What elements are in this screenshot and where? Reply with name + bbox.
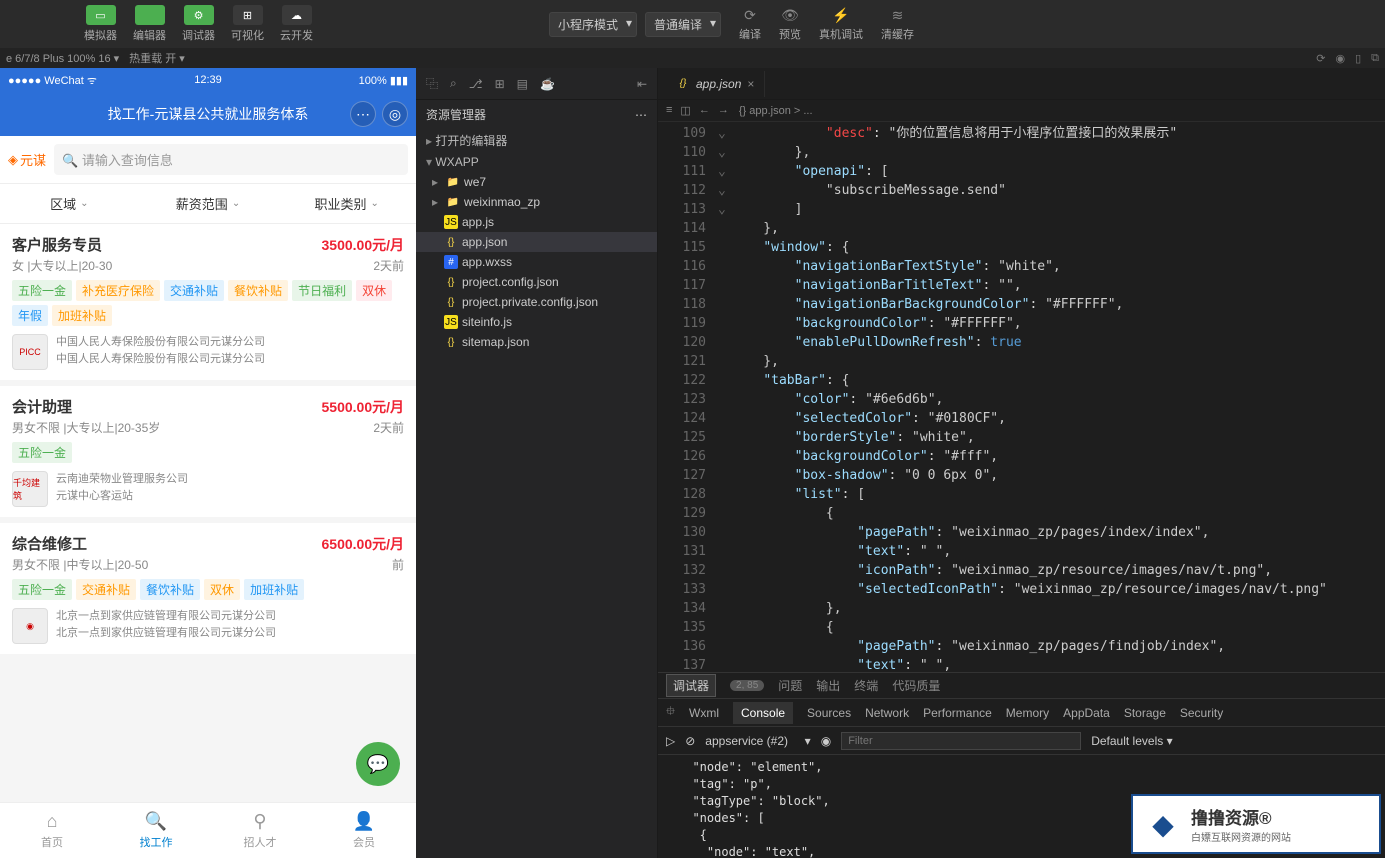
git-icon[interactable]: ⎇ xyxy=(469,77,483,91)
eye-icon[interactable]: ◉ xyxy=(821,734,831,748)
toolbar-编译[interactable]: ⟳编译 xyxy=(733,5,767,44)
open-editors-section[interactable]: 打开的编辑器 xyxy=(416,129,657,152)
devtools-Console[interactable]: Console xyxy=(733,702,793,724)
back-icon[interactable]: ← xyxy=(699,104,710,117)
devtools-Performance[interactable]: Performance xyxy=(923,706,992,720)
sim-status-bar: ●●●●● WeChat ᯤ 12:39 100% ▮▮▮ xyxy=(0,68,416,92)
bookmark-icon[interactable]: ◫ xyxy=(680,104,690,117)
sim-nav-bar: 找工作-元谋县公共就业服务体系 ⋯ ◎ xyxy=(0,92,416,136)
code-editor[interactable]: 109 110 111 112 113 114 115 116 117 118 … xyxy=(658,122,1385,672)
hot-reload-toggle[interactable]: 热重载 开 ▾ xyxy=(129,50,185,66)
search-row: ◈ 元谋 🔍 请输入查询信息 xyxy=(0,136,416,184)
filter-薪资范围[interactable]: 薪资范围 xyxy=(139,184,278,223)
cloud-icon[interactable]: ▤ xyxy=(517,77,528,91)
search-icon[interactable]: ⌕ xyxy=(450,76,457,91)
file-app.wxss[interactable]: #app.wxss xyxy=(416,252,657,272)
explorer-title: 资源管理器 xyxy=(426,106,486,123)
job-card[interactable]: 综合维修工6500.00元/月 男女不限 |中专以上|20-50前 五险一金交通… xyxy=(0,523,416,654)
tab-首页[interactable]: ⌂首页 xyxy=(0,803,104,858)
forward-icon[interactable]: → xyxy=(718,104,729,117)
file-app.js[interactable]: JSapp.js xyxy=(416,212,657,232)
file-project.private.config.json[interactable]: {}project.private.config.json xyxy=(416,292,657,312)
detach-icon[interactable]: ⧉ xyxy=(1371,52,1379,65)
simulator-panel: ●●●●● WeChat ᯤ 12:39 100% ▮▮▮ 找工作-元谋县公共就… xyxy=(0,68,416,858)
compile-dropdown[interactable]: 普通编译 xyxy=(645,12,721,37)
devtools-Security[interactable]: Security xyxy=(1180,706,1223,720)
tab-找工作[interactable]: 🔍找工作 xyxy=(104,803,208,858)
editor-panel: {} app.json × ≡ ◫ ← → {} app.json > ... … xyxy=(658,68,1385,858)
filter-bar: 区域薪资范围职业类别 xyxy=(0,184,416,224)
capsule-close-icon[interactable]: ◎ xyxy=(382,101,408,127)
file-app.json[interactable]: {}app.json xyxy=(416,232,657,252)
chat-fab[interactable]: 💬 xyxy=(356,742,400,786)
debugger-count: 2, 85 xyxy=(730,680,764,691)
job-list[interactable]: 客户服务专员3500.00元/月 女 |大专以上|20-302天前 五险一金补充… xyxy=(0,224,416,802)
mode-dropdown[interactable]: 小程序模式 xyxy=(549,12,637,37)
breadcrumb-path[interactable]: {} app.json > ... xyxy=(739,105,813,117)
project-section[interactable]: WXAPP xyxy=(416,152,657,172)
debugger-tab[interactable]: 调试器 xyxy=(666,674,716,697)
toolbar-云开发[interactable]: ☁云开发 xyxy=(274,3,319,45)
tab-bar: ⌂首页🔍找工作⚲招人才👤会员 xyxy=(0,802,416,858)
watermark-logo-icon: ◆ xyxy=(1141,802,1185,846)
menu-icon[interactable]: ≡ xyxy=(666,104,672,117)
context-selector[interactable]: appservice (#2) ▾ xyxy=(705,734,810,748)
beaker-icon[interactable]: ☕ xyxy=(540,77,555,91)
file-sitemap.json[interactable]: {}sitemap.json xyxy=(416,332,657,352)
record-icon[interactable]: ◉ xyxy=(1335,52,1345,65)
toolbar-清缓存[interactable]: ≋清缓存 xyxy=(875,5,920,44)
quality-tab[interactable]: 代码质量 xyxy=(892,677,940,694)
file-weixinmao_zp[interactable]: 📁weixinmao_zp xyxy=(416,192,657,212)
capsule-menu-icon[interactable]: ⋯ xyxy=(350,101,376,127)
refresh-icon[interactable]: ⟳ xyxy=(1316,52,1325,65)
toolbar-模拟器[interactable]: ▭模拟器 xyxy=(78,3,123,45)
terminal-tab[interactable]: 终端 xyxy=(854,677,878,694)
job-card[interactable]: 会计助理5500.00元/月 男女不限 |大专以上|20-35岁2天前 五险一金… xyxy=(0,386,416,517)
filter-input[interactable] xyxy=(841,732,1081,750)
toolbar-调试器[interactable]: ⚙调试器 xyxy=(176,3,221,45)
problems-tab[interactable]: 问题 xyxy=(778,677,802,694)
file-we7[interactable]: 📁we7 xyxy=(416,172,657,192)
close-tab-icon[interactable]: × xyxy=(747,77,754,91)
filter-职业类别[interactable]: 职业类别 xyxy=(277,184,416,223)
devtools-AppData[interactable]: AppData xyxy=(1063,706,1110,720)
phone-icon[interactable]: ▯ xyxy=(1355,52,1361,65)
collapse-icon[interactable]: ⇤ xyxy=(637,77,647,91)
search-input[interactable]: 🔍 请输入查询信息 xyxy=(54,144,408,175)
second-bar: e 6/7/8 Plus 100% 16 ▾ 热重载 开 ▾ ⟳ ◉ ▯ ⧉ xyxy=(0,48,1385,68)
devtools-Sources[interactable]: Sources xyxy=(807,706,851,720)
devtools-Memory[interactable]: Memory xyxy=(1006,706,1049,720)
toolbar-可视化[interactable]: ⊞可视化 xyxy=(225,3,270,45)
toolbar-编辑器[interactable]: 编辑器 xyxy=(127,3,172,45)
tab-招人才[interactable]: ⚲招人才 xyxy=(208,803,312,858)
filter-区域[interactable]: 区域 xyxy=(0,184,139,223)
devtools-Wxml[interactable]: Wxml xyxy=(689,706,719,720)
devtools-Network[interactable]: Network xyxy=(865,706,909,720)
devtools-Storage[interactable]: Storage xyxy=(1124,706,1166,720)
job-card[interactable]: 客户服务专员3500.00元/月 女 |大专以上|20-302天前 五险一金补充… xyxy=(0,224,416,380)
explorer-icon[interactable]: ⿻ xyxy=(426,75,438,92)
play-icon[interactable]: ▷ xyxy=(666,734,675,748)
file-project.config.json[interactable]: {}project.config.json xyxy=(416,272,657,292)
device-selector[interactable]: e 6/7/8 Plus 100% 16 ▾ xyxy=(6,52,119,65)
toolbar-预览[interactable]: 👁预览 xyxy=(773,5,807,44)
watermark: ◆ 撸撸资源® 白嫖互联网资源的网站 xyxy=(1131,794,1381,854)
file-siteinfo.js[interactable]: JSsiteinfo.js xyxy=(416,312,657,332)
tab-会员[interactable]: 👤会员 xyxy=(312,803,416,858)
inspect-icon[interactable]: ⯐ xyxy=(666,702,675,723)
location-picker[interactable]: ◈ 元谋 xyxy=(8,150,46,169)
top-toolbar: ▭模拟器编辑器⚙调试器⊞可视化☁云开发 小程序模式 普通编译 ⟳编译👁预览⚡真机… xyxy=(0,0,1385,48)
extensions-icon[interactable]: ⊞ xyxy=(495,77,505,91)
clear-icon[interactable]: ⊘ xyxy=(685,734,695,748)
output-tab[interactable]: 输出 xyxy=(816,677,840,694)
explorer-panel: ⿻ ⌕ ⎇ ⊞ ▤ ☕ ⇤ 资源管理器 ⋯ 打开的编辑器 WXAPP 📁we7📁… xyxy=(416,68,658,858)
editor-tab[interactable]: {} app.json × xyxy=(666,71,765,97)
levels-selector[interactable]: Default levels ▾ xyxy=(1091,734,1172,748)
page-title: 找工作-元谋县公共就业服务体系 xyxy=(108,104,309,124)
toolbar-真机调试[interactable]: ⚡真机调试 xyxy=(813,5,869,44)
more-icon[interactable]: ⋯ xyxy=(635,108,647,122)
